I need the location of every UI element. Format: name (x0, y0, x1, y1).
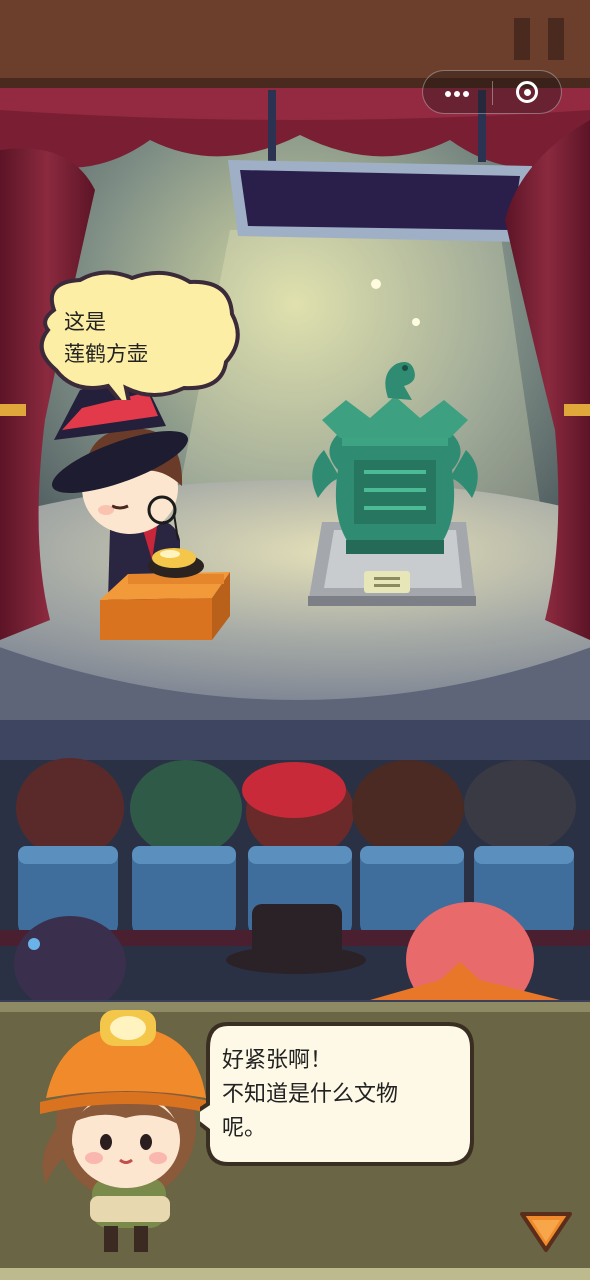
host-line-1: 这是 (64, 310, 106, 334)
stage-scene (0, 0, 590, 1000)
more-dots-icon[interactable] (423, 71, 492, 115)
next-arrow-icon[interactable] (518, 1208, 574, 1256)
dialog-line-2: 不知道是什么文物 (222, 1082, 399, 1107)
dialog-line-3: 呢。 (222, 1116, 267, 1141)
host-speech-text: 这是 莲鹤方壶 (64, 306, 148, 370)
host-line-2: 莲鹤方壶 (64, 342, 148, 366)
dialog-speech-text: 好紧张啊！ 不知道是什么文物 呢。 (222, 1044, 398, 1146)
audience (0, 758, 590, 1000)
dialog-bottom-border (0, 1268, 590, 1280)
stage-floor (0, 480, 590, 780)
target-close-icon[interactable] (493, 71, 563, 115)
dialog-line-1: 好紧张啊！ (222, 1048, 333, 1073)
host-podium (100, 572, 230, 640)
explorer-girl-character (40, 1010, 214, 1252)
mini-program-capsule (422, 70, 562, 114)
